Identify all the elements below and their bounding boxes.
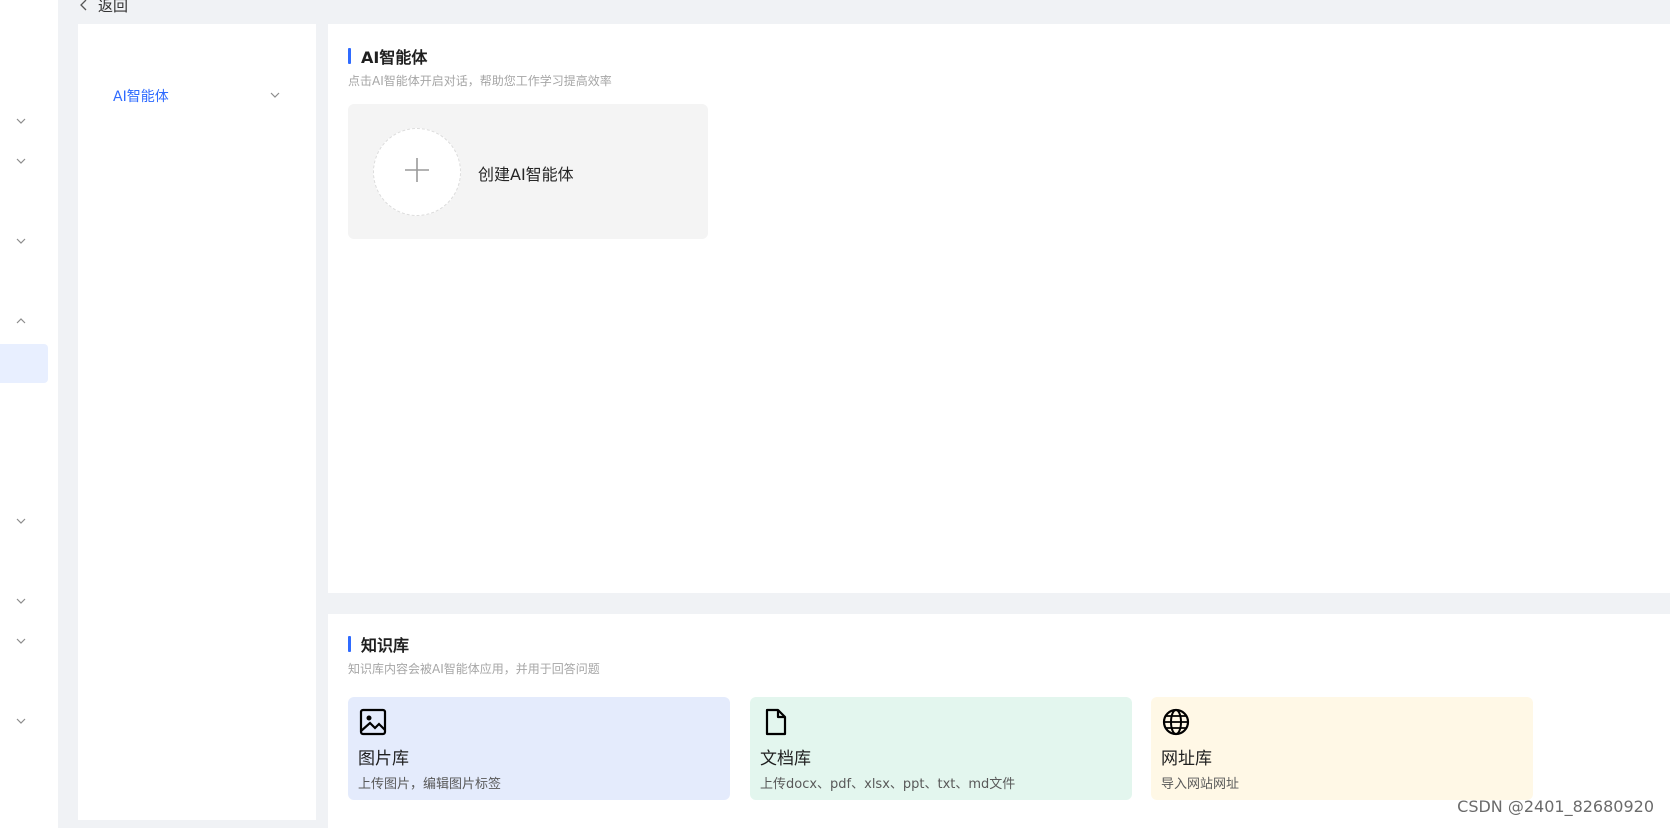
create-ai-agent-label: 创建AI智能体	[478, 165, 574, 184]
sidebar-item-label: AI智能体	[113, 89, 169, 105]
section-title-text: 知识库	[361, 636, 410, 655]
ai-agent-panel: AI智能体 点击AI智能体开启对话，帮助您工作学习提高效率 创建AI智能体	[328, 24, 1670, 593]
document-library-card[interactable]: 文档库 上传docx、pdf、xlsx、ppt、txt、md文件	[750, 697, 1132, 800]
create-circle	[373, 128, 461, 216]
plus-icon	[404, 157, 430, 187]
back-link[interactable]: 返回	[78, 0, 128, 16]
create-ai-agent-card[interactable]: 创建AI智能体	[348, 104, 708, 239]
section-title: 知识库	[348, 634, 410, 655]
image-icon	[359, 708, 387, 736]
card-title: 文档库	[760, 749, 811, 769]
document-icon	[765, 708, 787, 736]
chevron-down-icon[interactable]	[14, 636, 30, 648]
card-description: 导入网站网址	[1161, 777, 1240, 792]
image-library-card[interactable]: 图片库 上传图片，编辑图片标签	[348, 697, 730, 800]
sidebar-item-ai-agent[interactable]: AI智能体	[78, 76, 316, 116]
knowledge-base-panel: 知识库 知识库内容会被AI智能体应用，并用于回答问题 图片库 上传图片，编辑图片…	[328, 614, 1670, 828]
primary-nav-strip	[0, 0, 58, 828]
watermark: CSDN @2401_82680920	[1457, 797, 1654, 816]
chevron-down-icon[interactable]	[14, 716, 30, 728]
chevron-down-icon[interactable]	[14, 116, 30, 128]
section-subtitle: 知识库内容会被AI智能体应用，并用于回答问题	[348, 662, 600, 676]
chevron-left-icon	[78, 0, 90, 12]
back-label: 返回	[98, 0, 129, 15]
title-accent-bar	[348, 48, 351, 64]
card-title: 网址库	[1161, 749, 1212, 769]
chevron-up-icon[interactable]	[14, 316, 30, 328]
card-description: 上传docx、pdf、xlsx、ppt、txt、md文件	[760, 777, 1016, 792]
section-subtitle: 点击AI智能体开启对话，帮助您工作学习提高效率	[348, 74, 612, 88]
globe-icon	[1162, 708, 1190, 736]
chevron-down-icon	[268, 88, 282, 104]
chevron-down-icon[interactable]	[14, 516, 30, 528]
chevron-down-icon[interactable]	[14, 236, 30, 248]
section-title-text: AI智能体	[361, 48, 428, 67]
card-description: 上传图片，编辑图片标签	[358, 777, 502, 792]
website-library-card[interactable]: 网址库 导入网站网址	[1151, 697, 1533, 800]
active-nav-item[interactable]	[0, 344, 48, 383]
section-title: AI智能体	[348, 46, 428, 67]
title-accent-bar	[348, 636, 351, 652]
card-title: 图片库	[358, 749, 409, 769]
chevron-down-icon[interactable]	[14, 596, 30, 608]
secondary-sidebar: AI智能体	[78, 24, 316, 820]
chevron-down-icon[interactable]	[14, 156, 30, 168]
